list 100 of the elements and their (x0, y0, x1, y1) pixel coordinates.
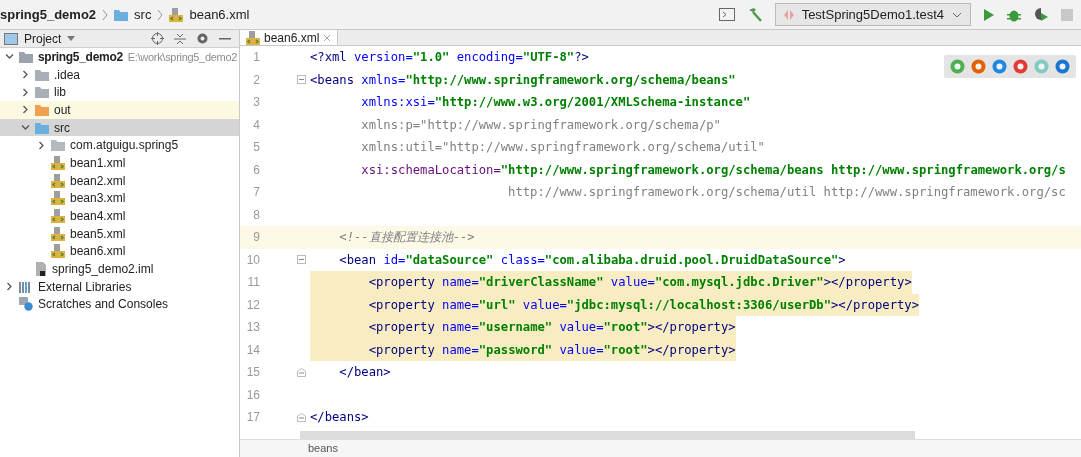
separator-icon (157, 8, 164, 21)
chevron-down-icon[interactable] (5, 52, 14, 62)
tree-item[interactable]: spring5_demo2.iml (0, 260, 239, 278)
tree-item[interactable]: com.atguigu.spring5 (0, 136, 239, 155)
scratches-icon (19, 297, 33, 312)
item-path: E:\work\spring5_demo2 (127, 49, 238, 65)
line-number: 6 (252, 161, 260, 179)
code-line: xmlns:p="http://www.springframework.org/schema/p" (360, 116, 721, 134)
tree-item[interactable]: bean3.xml (0, 189, 239, 208)
item-label: com.atguigu.spring5 (70, 137, 179, 155)
target-icon[interactable] (151, 32, 164, 45)
code-line: <!--直接配置连接池--> (338, 229, 475, 246)
xml-file-icon (51, 191, 65, 206)
item-label: .idea (54, 66, 81, 84)
chevron-down-icon[interactable] (21, 123, 30, 133)
line-number: 10 (245, 251, 260, 269)
line-number: 2 (252, 71, 260, 89)
item-label: External Libraries (38, 278, 132, 296)
xml-file-icon (51, 209, 65, 224)
tree-item[interactable]: out (0, 101, 239, 119)
line-number: 16 (245, 386, 260, 404)
chevron-right-icon[interactable] (37, 140, 46, 150)
item-label: bean2.xml (70, 172, 126, 190)
item-label: bean5.xml (70, 225, 126, 243)
tree-item[interactable]: Scratches and Consoles (0, 295, 239, 314)
editor-breadcrumb[interactable]: beans (308, 440, 338, 457)
run-config-dropdown[interactable]: TestSpring5Demo1.test4 (774, 3, 971, 26)
tree-item[interactable]: bean1.xml (0, 154, 239, 172)
xml-file-icon (246, 30, 260, 45)
item-label: src (54, 119, 70, 137)
line-number: 8 (252, 206, 260, 224)
browser-icon[interactable] (971, 59, 986, 74)
library-icon (19, 280, 33, 293)
code-line: xmlns:util="http://www.springframework.org/schema/util" (360, 139, 765, 156)
tree-item[interactable]: bean4.xml (0, 207, 239, 225)
tree-item[interactable]: External Libraries (0, 277, 239, 296)
line-number: 14 (245, 341, 260, 359)
fold-icon[interactable] (297, 75, 306, 85)
item-label: bean3.xml (70, 190, 126, 208)
breadcrumb-item[interactable]: src (134, 4, 152, 25)
tree-item[interactable]: .idea (0, 65, 239, 84)
line-number: 1 (252, 49, 260, 66)
run-icon[interactable] (983, 7, 995, 22)
folder-icon (35, 86, 49, 99)
collapse-icon[interactable] (174, 32, 186, 45)
browser-icon[interactable] (1055, 59, 1070, 74)
line-number: 11 (246, 274, 260, 291)
package-icon (51, 139, 65, 152)
tree-item[interactable]: bean6.xml (0, 242, 239, 261)
line-number: 9 (252, 229, 260, 246)
browser-icon[interactable] (950, 59, 965, 74)
editor-tab[interactable]: bean6.xml (240, 30, 339, 45)
settings-icon[interactable] (196, 32, 209, 45)
coverage-icon[interactable] (1033, 7, 1049, 22)
xml-file-icon (169, 7, 184, 22)
code-line: </bean> (338, 364, 391, 381)
xml-file-icon (51, 244, 65, 259)
line-number: 3 (252, 94, 260, 111)
tree-item[interactable]: lib (0, 83, 239, 102)
horizontal-scrollbar[interactable] (300, 430, 915, 439)
breadcrumb-item[interactable]: spring5_demo2 (0, 4, 97, 25)
close-icon[interactable] (323, 33, 332, 42)
item-label: Scratches and Consoles (38, 296, 169, 314)
line-number: 4 (252, 116, 260, 134)
minimize-icon[interactable] (219, 37, 231, 40)
tree-item[interactable]: bean5.xml (0, 224, 239, 243)
folder-icon (35, 121, 49, 134)
folder-icon (35, 103, 49, 116)
fold-icon[interactable] (297, 255, 306, 265)
chevron-right-icon[interactable] (5, 282, 14, 292)
tree-item[interactable]: bean2.xml (0, 171, 239, 190)
xml-file-icon (51, 173, 65, 188)
caret-icon (952, 11, 962, 18)
code-line: </beans> (310, 409, 369, 426)
line-number: 17 (245, 409, 260, 426)
line-number: 15 (245, 364, 260, 381)
terminal-icon[interactable] (718, 8, 735, 21)
xml-file-icon (51, 226, 65, 241)
browser-icon[interactable] (992, 59, 1007, 74)
item-label: bean6.xml (70, 243, 126, 261)
breadcrumb-item[interactable]: bean6.xml (189, 4, 250, 25)
module-folder-icon (19, 50, 33, 63)
tree-item[interactable]: spring5_demo2 E:\work\spring5_demo2 (0, 48, 239, 66)
code-line: <beans xmlns="http://www.springframework.org/schema/beans" (310, 71, 736, 89)
item-label: spring5_demo2.iml (52, 261, 154, 279)
code-line: <bean id="dataSource" class="com.alibaba.druid.pool.DruidDataSource"> (338, 251, 846, 269)
xml-file-icon (51, 155, 65, 170)
line-number: 7 (252, 184, 260, 201)
item-label: lib (54, 84, 66, 102)
code-line: http://www.springframework.org/schema/util http://www.springframework.org/sc (507, 184, 1066, 201)
code-line: <?xml version="1.0" encoding="UTF-8"?> (310, 49, 589, 66)
line-number: 12 (245, 296, 260, 314)
diamond-icon (783, 8, 794, 21)
panel-title[interactable]: Project (24, 29, 62, 48)
line-number: 13 (245, 319, 260, 336)
browser-icon[interactable] (1013, 59, 1028, 74)
separator-icon (102, 8, 109, 21)
caret-icon[interactable] (67, 36, 76, 41)
code-line: xmlns:xsi="http://www.w3.org/2001/XMLSchema-instance" (360, 94, 751, 111)
item-label: out (54, 101, 71, 119)
